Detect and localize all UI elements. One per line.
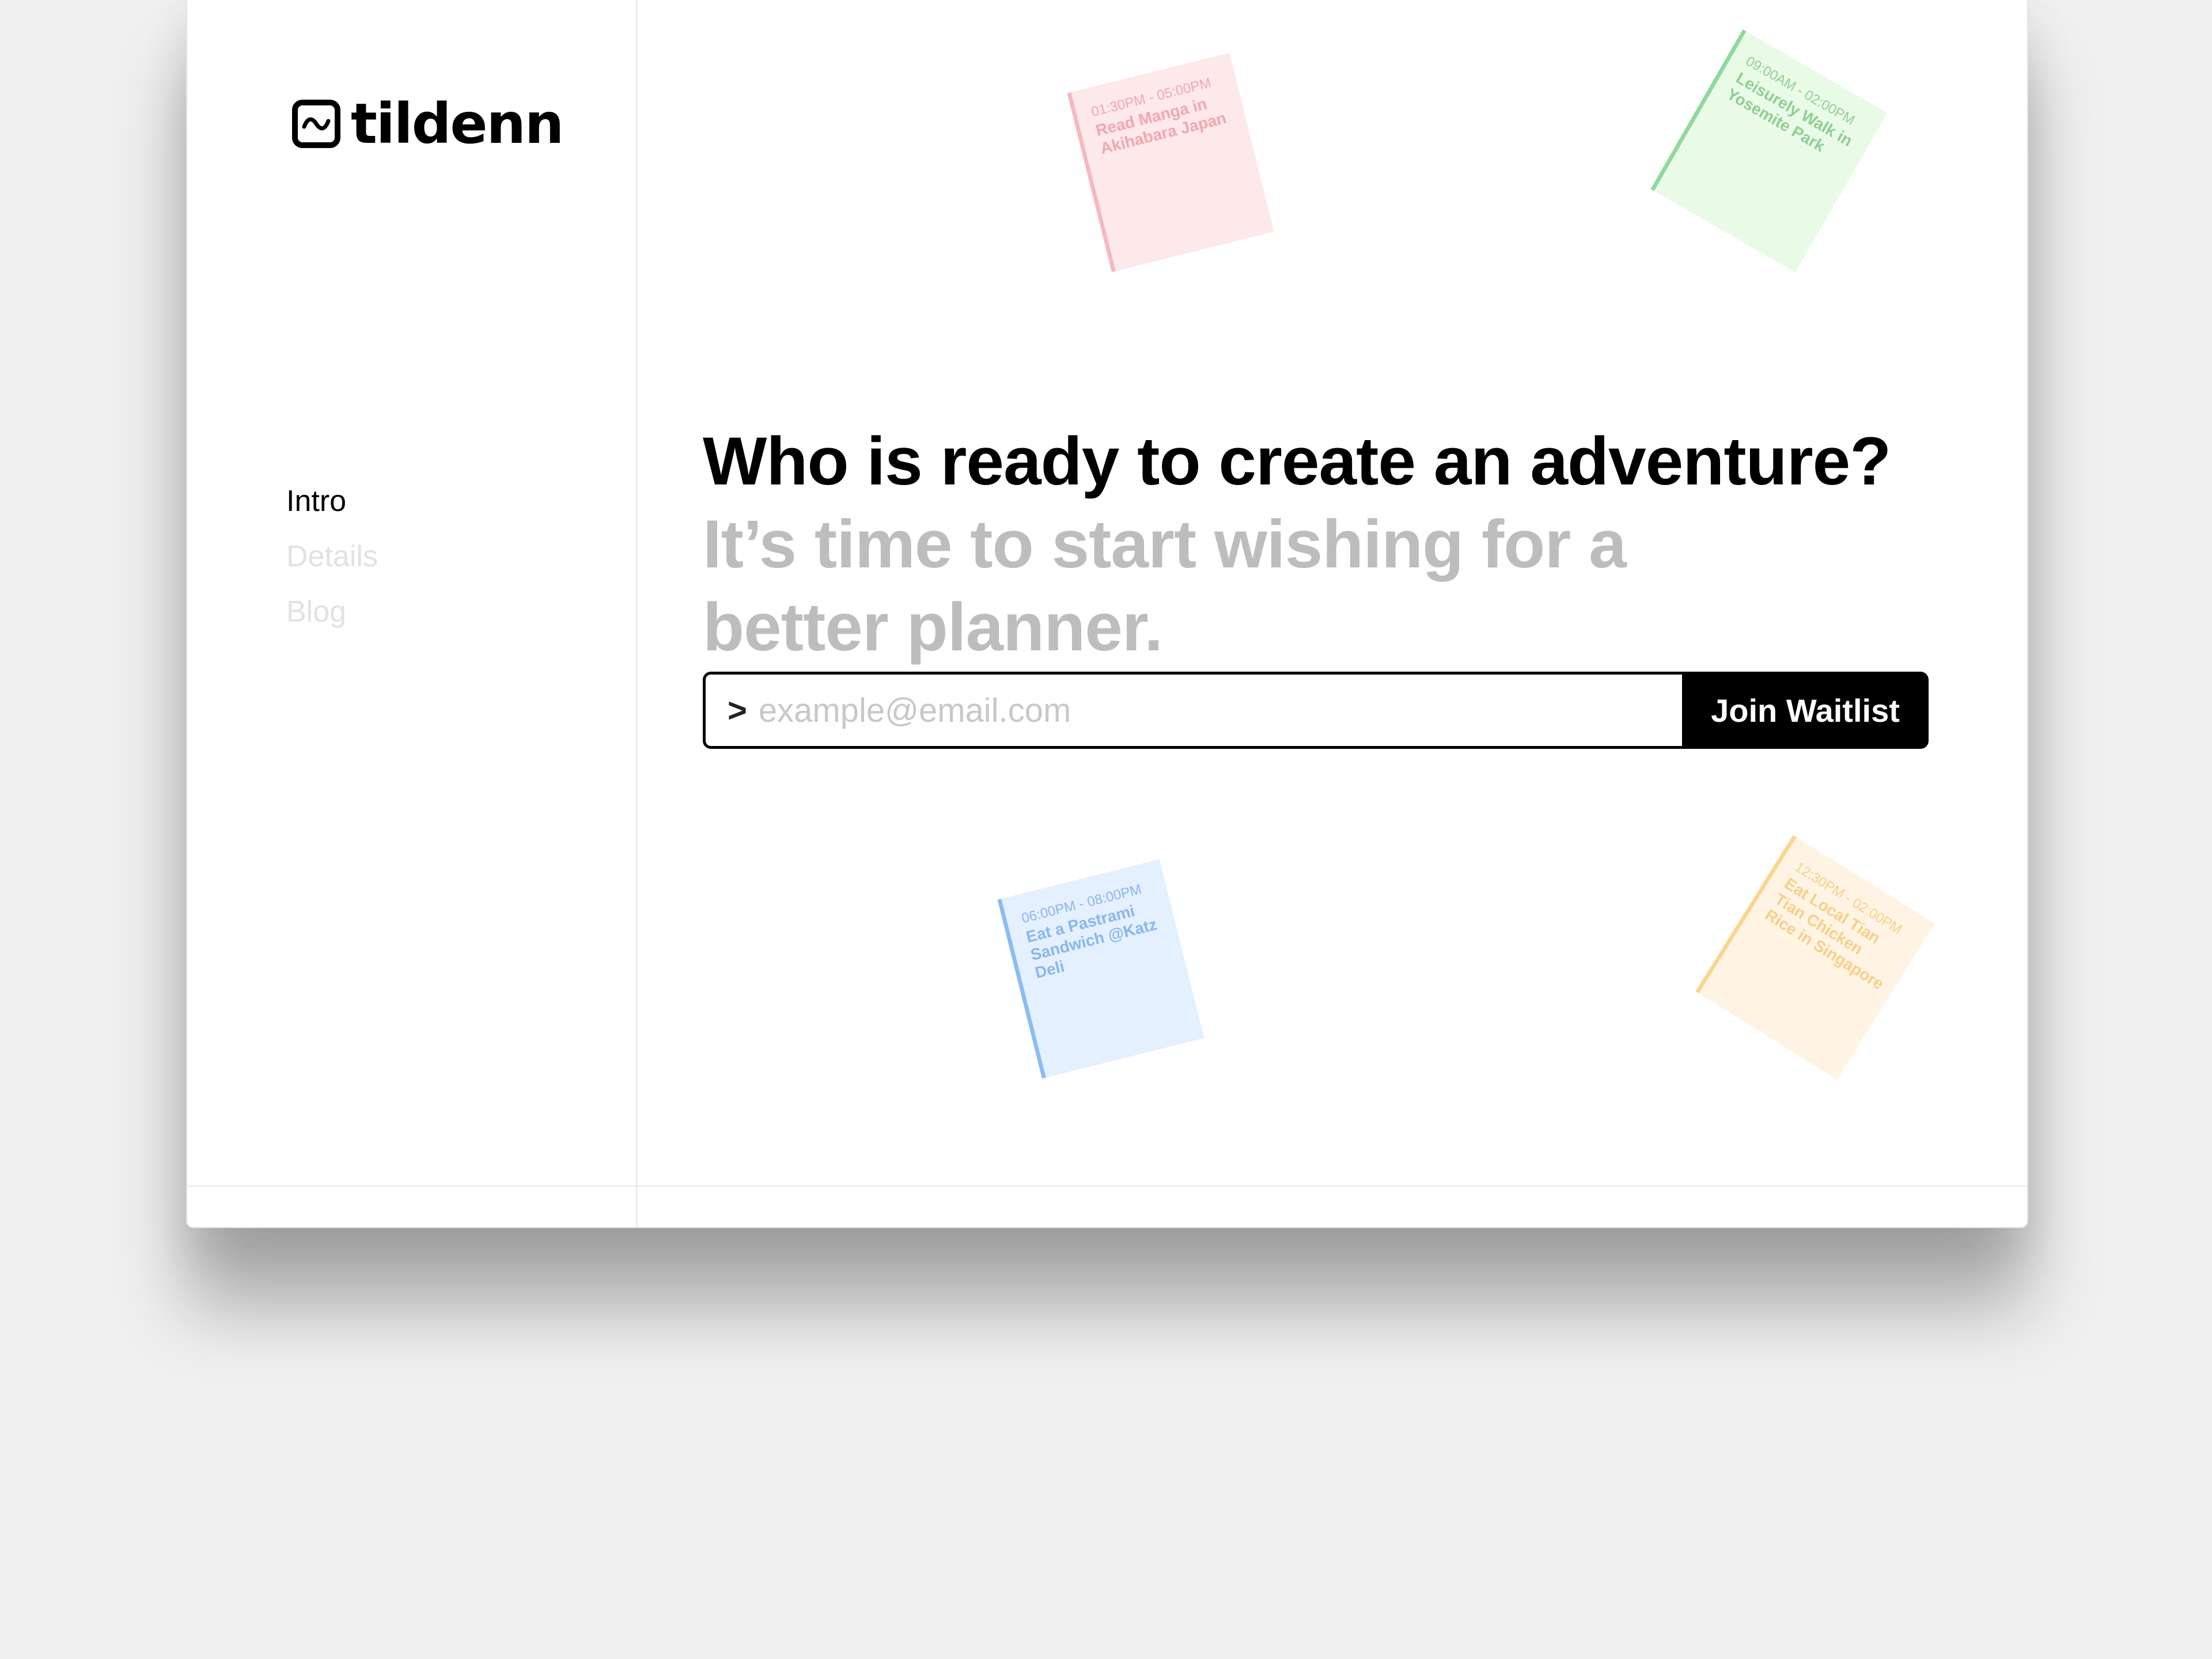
hero-subheadline: It’s time to start wishing for a better … xyxy=(703,506,1627,666)
prompt-chevron: > xyxy=(728,691,747,729)
join-waitlist-button[interactable]: Join Waitlist xyxy=(1682,672,1929,749)
brand-name: tildenn xyxy=(351,92,564,156)
browser-window: tildenn Intro Details Blog 01:30PM - 05:… xyxy=(186,0,2028,1228)
main-content: 01:30PM - 05:00PM Read Manga in Akihabar… xyxy=(637,0,2027,1227)
brand-logo[interactable]: tildenn xyxy=(292,92,564,156)
planner-note: 12:30PM - 02:00PM Eat Local Tian Tian Ch… xyxy=(1695,835,1935,1080)
footer-divider xyxy=(187,1185,2027,1187)
email-field: > xyxy=(703,672,1682,749)
planner-note: 01:30PM - 05:00PM Read Manga in Akihabar… xyxy=(1067,52,1274,272)
sidebar-nav: Intro Details Blog xyxy=(286,474,378,639)
nav-item-blog[interactable]: Blog xyxy=(286,584,378,639)
nav-item-intro[interactable]: Intro xyxy=(286,474,378,529)
nav-item-details[interactable]: Details xyxy=(286,529,378,584)
planner-note: 09:00AM - 02:00PM Leisurely Walk in Yose… xyxy=(1650,29,1888,273)
sidebar: tildenn Intro Details Blog xyxy=(187,0,637,1227)
hero-heading: Who is ready to create an adventure? It’… xyxy=(703,420,1970,669)
waitlist-form: > Join Waitlist xyxy=(703,672,1929,749)
tilde-square-icon xyxy=(292,100,340,148)
hero-headline: Who is ready to create an adventure? xyxy=(703,423,1891,500)
email-input[interactable] xyxy=(757,690,1624,730)
planner-note: 06:00PM - 08:00PM Eat a Pastrami Sandwic… xyxy=(997,859,1205,1079)
